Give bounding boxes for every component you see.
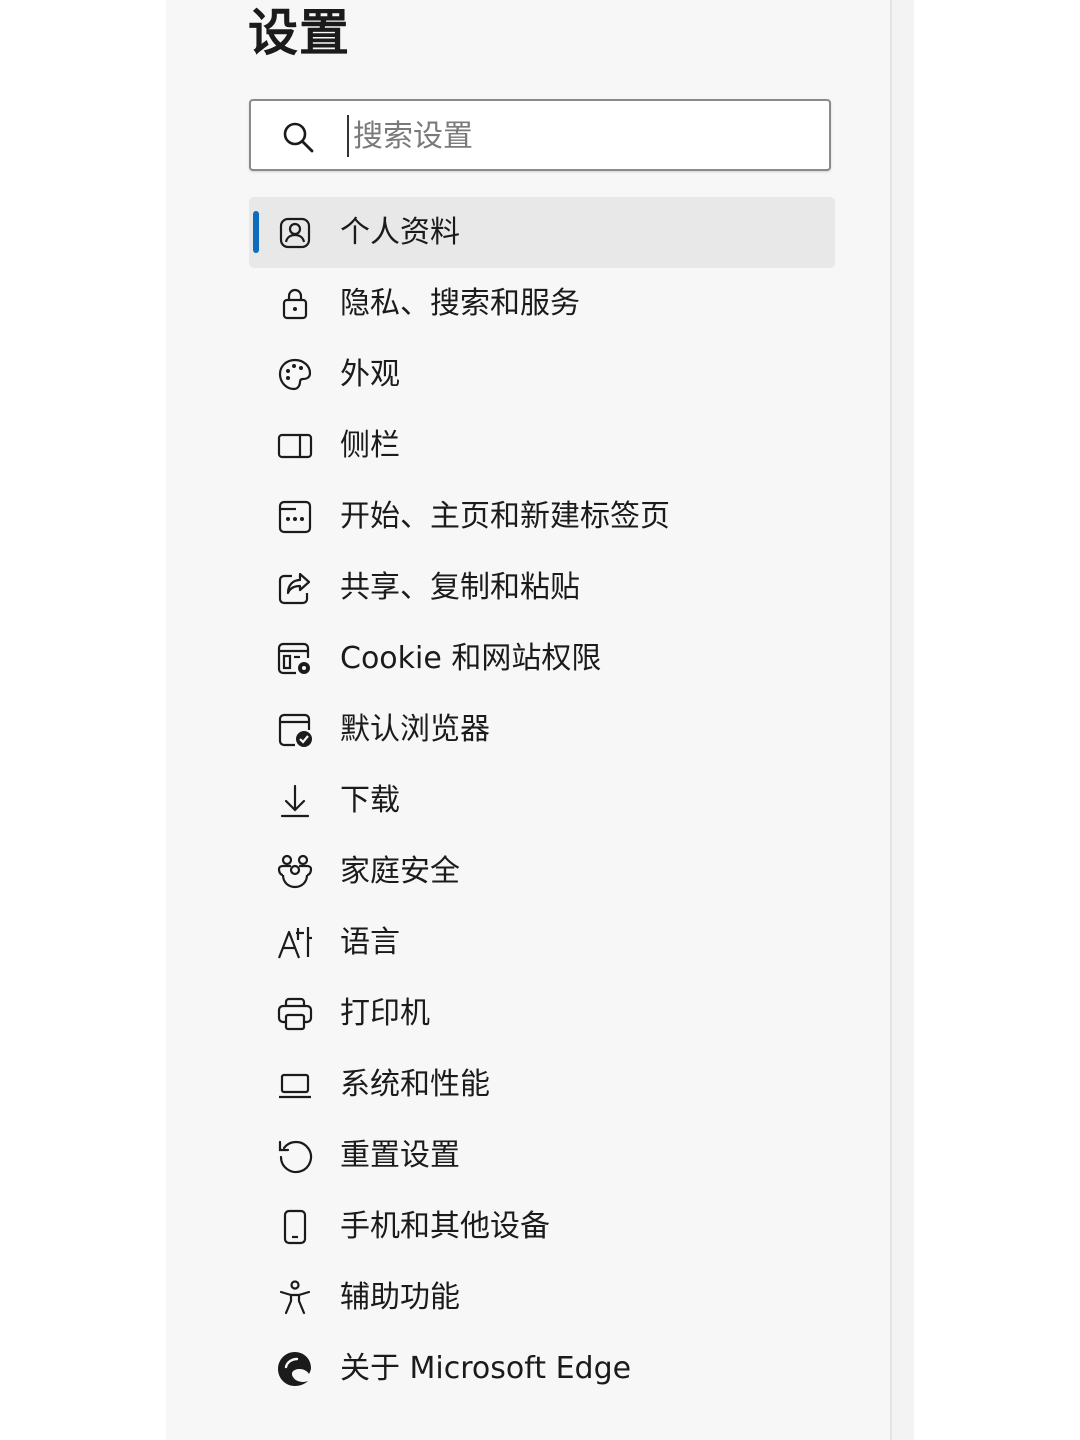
accessibility-icon: [276, 1279, 314, 1317]
settings-page: 设置 个人资料: [0, 0, 1080, 1440]
nav-item-appearance[interactable]: 外观: [249, 339, 835, 410]
printer-icon: [276, 995, 314, 1033]
nav-item-cookies[interactable]: Cookie 和网站权限: [249, 623, 835, 694]
family-icon: [276, 853, 314, 891]
nav-label: Cookie 和网站权限: [340, 641, 602, 676]
phone-icon: [276, 1208, 314, 1246]
nav-item-reset[interactable]: 重置设置: [249, 1120, 835, 1191]
search-box[interactable]: [249, 99, 831, 171]
nav-item-about[interactable]: 关于 Microsoft Edge: [249, 1333, 835, 1404]
page-title: 设置: [248, 4, 350, 62]
nav-item-start-home[interactable]: 开始、主页和新建标签页: [249, 481, 835, 552]
home-tab-icon: [276, 498, 314, 536]
edge-logo-icon: [276, 1350, 314, 1388]
nav-label: 辅助功能: [340, 1280, 460, 1315]
settings-nav: 个人资料 隐私、搜索和服务 外观 侧栏 开始、主页和新建标签页 共享、复制和粘贴…: [249, 197, 835, 1404]
share-icon: [276, 569, 314, 607]
search-icon: [281, 120, 315, 154]
nav-label: 侧栏: [340, 428, 400, 463]
nav-item-privacy[interactable]: 隐私、搜索和服务: [249, 268, 835, 339]
reset-icon: [276, 1137, 314, 1175]
content-edge: [892, 0, 914, 1440]
nav-label: 打印机: [340, 996, 430, 1031]
nav-label: 重置设置: [340, 1138, 460, 1173]
nav-label: 系统和性能: [340, 1067, 490, 1102]
nav-item-system[interactable]: 系统和性能: [249, 1049, 835, 1120]
nav-item-share[interactable]: 共享、复制和粘贴: [249, 552, 835, 623]
nav-item-profile[interactable]: 个人资料: [249, 197, 835, 268]
nav-item-language[interactable]: 语言: [249, 907, 835, 978]
nav-label: 下载: [340, 783, 400, 818]
nav-item-default-browser[interactable]: 默认浏览器: [249, 694, 835, 765]
lock-icon: [276, 285, 314, 323]
nav-item-phone[interactable]: 手机和其他设备: [249, 1191, 835, 1262]
nav-label: 隐私、搜索和服务: [340, 286, 580, 321]
search-input[interactable]: [347, 115, 813, 157]
palette-icon: [276, 356, 314, 394]
laptop-icon: [276, 1066, 314, 1104]
nav-label: 默认浏览器: [340, 712, 490, 747]
nav-label: 共享、复制和粘贴: [340, 570, 580, 605]
nav-label: 外观: [340, 357, 400, 392]
nav-item-accessibility[interactable]: 辅助功能: [249, 1262, 835, 1333]
sidebar-icon: [276, 427, 314, 465]
nav-label: 关于 Microsoft Edge: [340, 1351, 632, 1386]
language-icon: [276, 924, 314, 962]
nav-item-printer[interactable]: 打印机: [249, 978, 835, 1049]
default-browser-icon: [276, 711, 314, 749]
nav-item-family[interactable]: 家庭安全: [249, 836, 835, 907]
profile-icon: [276, 214, 314, 252]
nav-label: 个人资料: [340, 215, 460, 250]
nav-item-downloads[interactable]: 下载: [249, 765, 835, 836]
download-icon: [276, 782, 314, 820]
nav-label: 家庭安全: [340, 854, 460, 889]
cookie-settings-icon: [276, 640, 314, 678]
nav-item-sidebar[interactable]: 侧栏: [249, 410, 835, 481]
nav-label: 语言: [340, 925, 400, 960]
nav-label: 手机和其他设备: [340, 1209, 550, 1244]
nav-label: 开始、主页和新建标签页: [340, 499, 670, 534]
